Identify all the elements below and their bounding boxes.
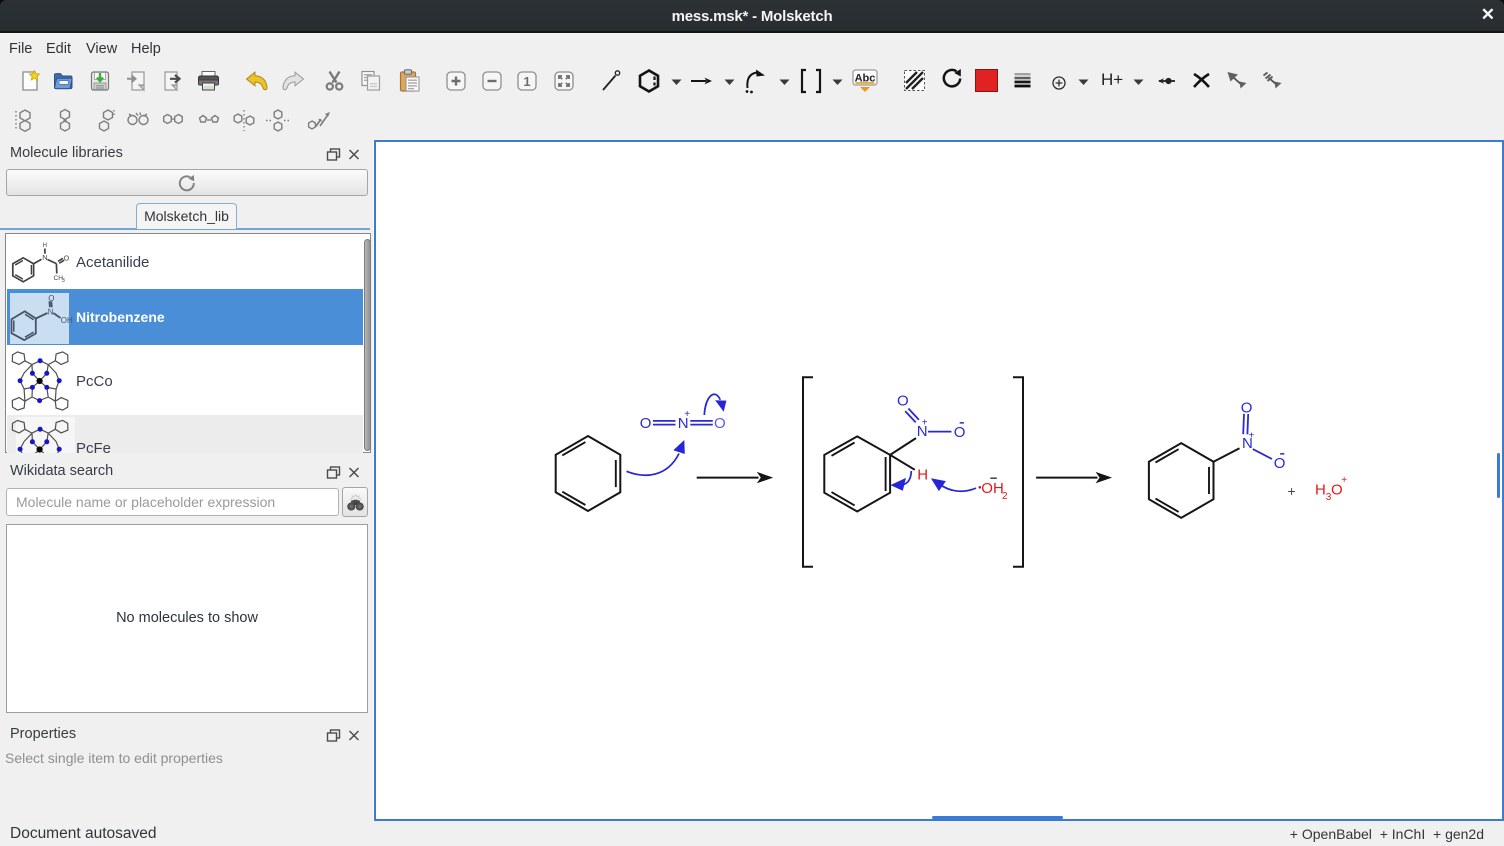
svg-text:+: + — [1341, 475, 1347, 486]
svg-text:1: 1 — [523, 74, 530, 89]
svg-text:OH: OH — [61, 316, 73, 325]
svg-text:2: 2 — [1002, 491, 1008, 502]
svg-text:N: N — [42, 253, 47, 262]
svg-text:OH: OH — [981, 479, 1004, 496]
svg-text:H: H — [917, 466, 928, 483]
svg-text:3: 3 — [62, 278, 65, 284]
svg-text:N: N — [48, 308, 54, 317]
svg-text:+: + — [1248, 430, 1254, 441]
svg-text:H: H — [1315, 481, 1326, 498]
svg-text:O: O — [897, 392, 909, 409]
svg-text:+: + — [921, 417, 927, 428]
svg-text:O: O — [1240, 399, 1252, 416]
svg-text:+: + — [1287, 482, 1295, 498]
svg-text:O: O — [639, 415, 651, 432]
svg-text:O: O — [1273, 455, 1285, 472]
svg-text:O: O — [953, 424, 965, 441]
svg-text:O: O — [64, 256, 70, 263]
svg-text:O: O — [48, 294, 54, 303]
svg-text:H: H — [43, 243, 47, 249]
svg-text:O: O — [714, 415, 726, 432]
svg-text:+: + — [684, 408, 690, 419]
